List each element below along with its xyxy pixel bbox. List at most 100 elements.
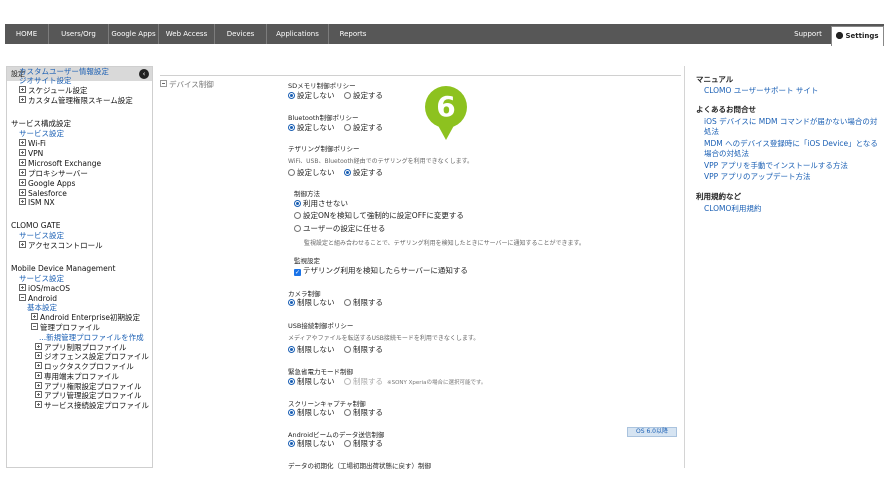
sidebar-item[interactable]: 基本設定: [27, 303, 57, 312]
sidebar-item[interactable]: Salesforce: [19, 189, 67, 198]
usb-restricted[interactable]: 制限する: [344, 345, 383, 355]
collapse-icon[interactable]: [19, 294, 26, 301]
expand-icon[interactable]: [19, 284, 26, 291]
beam-restricted[interactable]: 制限する: [344, 439, 383, 449]
expand-icon[interactable]: [35, 391, 42, 398]
tethering-policy-description: WiFi、USB、Bluetooth経由でのテザリングを利用できなくします。: [288, 158, 473, 165]
sidebar-item-label: ロックタスクプロファイル: [44, 362, 134, 371]
collapse-icon[interactable]: [31, 323, 38, 330]
nav-support[interactable]: Support: [790, 24, 826, 44]
sidebar-item-label: Android: [28, 294, 57, 303]
method-disallow[interactable]: 利用させない: [294, 199, 348, 209]
bluetooth-policy-off[interactable]: 設定しない: [288, 123, 335, 133]
tethering-policy-off[interactable]: 設定しない: [288, 168, 335, 178]
nav-users-org[interactable]: Users/Org: [49, 24, 109, 44]
bluetooth-policy-on[interactable]: 設定する: [344, 123, 383, 133]
sidebar-item[interactable]: 専用端末プロファイル: [35, 372, 119, 381]
radio-checked-icon: [288, 378, 295, 385]
sidebar-item[interactable]: アクセスコントロール: [19, 241, 103, 250]
sidebar-item[interactable]: Google Apps: [19, 179, 75, 188]
collapse-icon: [160, 80, 167, 87]
expand-icon[interactable]: [19, 139, 26, 146]
expand-icon[interactable]: [35, 343, 42, 350]
usb-policy-label: USB接続制御ポリシー: [288, 322, 354, 330]
sidebar-item[interactable]: アプリ権限設定プロファイル: [35, 382, 142, 391]
nav-reports[interactable]: Reports: [329, 24, 377, 44]
sidebar-item[interactable]: カスタム管理権限スキーム設定: [19, 96, 133, 105]
faq-link-ios-device-cont[interactable]: 場合の対処法: [704, 149, 749, 159]
sidebar-item[interactable]: Android Enterprise初期設定: [31, 313, 140, 322]
sidebar-item[interactable]: プロキシサーバー: [19, 169, 88, 178]
expand-icon[interactable]: [19, 189, 26, 196]
expand-icon[interactable]: [19, 159, 26, 166]
sidebar-item[interactable]: サービス設定: [19, 129, 64, 138]
faq-link-mdm-command[interactable]: iOS デバイスに MDM コマンドが届かない場合の対: [704, 117, 877, 127]
sidebar-item[interactable]: カスタムユーザー情報設定: [19, 67, 109, 76]
sidebar-item[interactable]: iOS/macOS: [19, 284, 70, 293]
sidebar-item-label: ジオサイト設定: [19, 76, 72, 85]
nav-settings-tab[interactable]: Settings: [831, 26, 884, 46]
tethering-policy-on[interactable]: 設定する: [344, 168, 383, 178]
nav-home[interactable]: HOME: [5, 24, 49, 44]
faq-link-mdm-command-cont[interactable]: 処法: [704, 127, 719, 137]
chevron-left-icon[interactable]: ‹: [139, 69, 149, 79]
settings-label: Settings: [845, 32, 879, 40]
sidebar-item[interactable]: Android: [19, 294, 57, 303]
expand-icon[interactable]: [19, 96, 26, 103]
sidebar-item[interactable]: アプリ管理設定プロファイル: [35, 391, 142, 400]
expand-icon[interactable]: [19, 198, 26, 205]
nav-google-apps[interactable]: Google Apps: [109, 24, 159, 44]
support-site-link[interactable]: CLOMO ユーザーサポート サイト: [704, 86, 818, 96]
sidebar-item[interactable]: VPN: [19, 149, 43, 158]
nav-devices[interactable]: Devices: [215, 24, 267, 44]
sidebar-item[interactable]: サービス接続設定プロファイル: [35, 401, 149, 410]
sidebar-item[interactable]: ISM NX: [19, 198, 55, 207]
expand-icon[interactable]: [19, 169, 26, 176]
sd-policy-on[interactable]: 設定する: [344, 91, 383, 101]
step-marker: 6: [425, 86, 467, 128]
sidebar-item[interactable]: サービス設定: [19, 274, 64, 283]
settings-sidebar: 設定 ‹ 全般基本情報CLOMOアカウント設定カスタムユーザー情報設定ジオサイト…: [6, 66, 153, 468]
method-user-choice[interactable]: ユーザーの設定に任せる: [294, 224, 385, 234]
sidebar-item[interactable]: スケジュール設定: [19, 86, 87, 95]
faq-link-vpp-install[interactable]: VPP アプリを手動でインストールする方法: [704, 161, 848, 171]
beam-unrestricted[interactable]: 制限しない: [288, 439, 335, 449]
sidebar-item[interactable]: ジオサイト設定: [19, 76, 72, 85]
nav-applications[interactable]: Applications: [267, 24, 329, 44]
capture-restricted[interactable]: 制限する: [344, 408, 383, 418]
usb-unrestricted[interactable]: 制限しない: [288, 345, 335, 355]
expand-icon[interactable]: [35, 382, 42, 389]
expand-icon[interactable]: [19, 149, 26, 156]
capture-unrestricted[interactable]: 制限しない: [288, 408, 335, 418]
sidebar-item[interactable]: アプリ制限プロファイル: [35, 343, 127, 352]
power-note: ※SONY Xperiaの場合に選択可能です。: [387, 380, 487, 386]
sidebar-item[interactable]: サービス設定: [19, 231, 64, 240]
sidebar-item[interactable]: ...新規管理プロファイルを作成: [39, 333, 144, 342]
power-unrestricted[interactable]: 制限しない: [288, 377, 335, 387]
radio-disabled-icon: [344, 378, 351, 385]
expand-icon[interactable]: [31, 313, 38, 320]
expand-icon[interactable]: [19, 241, 26, 248]
sd-policy-off[interactable]: 設定しない: [288, 91, 335, 101]
expand-icon[interactable]: [35, 352, 42, 359]
camera-unrestricted[interactable]: 制限しない: [288, 298, 335, 308]
method-force-off[interactable]: 設定ONを検知して強制的に設定OFFに変更する: [294, 211, 464, 221]
monitor-notify-checkbox[interactable]: ✓ テザリング利用を検知したらサーバーに通知する: [294, 266, 468, 276]
sidebar-item[interactable]: ロックタスクプロファイル: [35, 362, 134, 371]
expand-icon[interactable]: [19, 179, 26, 186]
sidebar-item[interactable]: ジオフェンス設定プロファイル: [35, 352, 149, 361]
expand-icon[interactable]: [35, 401, 42, 408]
expand-icon[interactable]: [19, 86, 26, 93]
faq-link-ios-device[interactable]: MDM へのデバイス登録時に「iOS Device」となる: [704, 139, 878, 149]
sidebar-item-label: Mobile Device Management: [11, 264, 116, 273]
sidebar-item[interactable]: Wi-Fi: [19, 139, 46, 148]
nav-web-access[interactable]: Web Access: [159, 24, 215, 44]
expand-icon[interactable]: [35, 362, 42, 369]
expand-icon[interactable]: [35, 372, 42, 379]
sidebar-item[interactable]: 管理プロファイル: [31, 323, 100, 332]
sidebar-item[interactable]: Microsoft Exchange: [19, 159, 101, 168]
terms-link[interactable]: CLOMO利用規約: [704, 204, 761, 214]
faq-link-vpp-update[interactable]: VPP アプリのアップデート方法: [704, 172, 811, 182]
device-control-section-title[interactable]: デバイス制御: [160, 79, 214, 90]
camera-restricted[interactable]: 制限する: [344, 298, 383, 308]
